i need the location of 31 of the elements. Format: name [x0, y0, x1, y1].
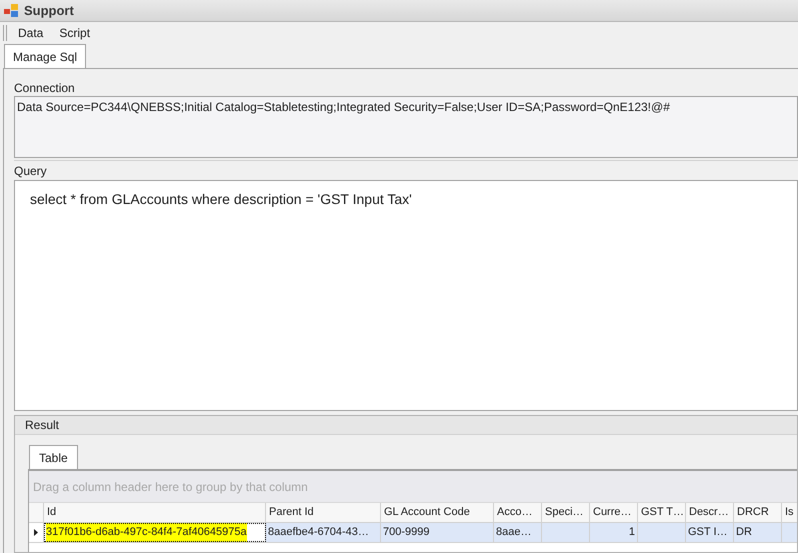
column-header[interactable]: Curre…	[590, 503, 638, 522]
column-header[interactable]: Id	[44, 503, 266, 522]
group-panel-hint: Drag a column header here to group by that column	[32, 478, 308, 496]
field-label: Connection	[14, 81, 76, 96]
menu-item[interactable]: Script	[52, 23, 98, 43]
query-field[interactable]: select * from GLAccounts where description = 'GST Input Tax'	[14, 180, 798, 411]
table-cell: 8aae…	[494, 523, 542, 542]
tab[interactable]: Manage Sql	[4, 44, 86, 68]
window-title: Support	[24, 2, 74, 20]
current-row-icon	[34, 529, 38, 536]
table-row[interactable]: 317f01b6-d6ab-497c-84f4-7af40645975a 8aaefbe4-6704-43… 700-9999 8aae… 1 GST I… DR	[29, 523, 797, 543]
column-header[interactable]: DRCR	[734, 503, 782, 522]
column-header[interactable]: Parent Id	[266, 503, 381, 522]
column-header[interactable]: Acco…	[494, 503, 542, 522]
table-cell: 8aaefbe4-6704-43…	[266, 523, 381, 542]
table-cell: 317f01b6-d6ab-497c-84f4-7af40645975a	[44, 523, 266, 542]
table-cell: 700-9999	[381, 523, 494, 542]
table-cell: 1	[590, 523, 638, 542]
app-icon	[4, 4, 19, 17]
tab[interactable]: Table	[29, 445, 78, 469]
column-header[interactable]: Speci…	[542, 503, 590, 522]
column-header[interactable]: Is	[782, 503, 797, 522]
column-header[interactable]: GL Account Code	[381, 503, 494, 522]
column-header[interactable]: GST T…	[638, 503, 686, 522]
column-header[interactable]: Descr…	[686, 503, 734, 522]
table-cell: DR	[734, 523, 782, 542]
connection-field[interactable]: Data Source=PC344\QNEBSS;Initial Catalog=Stabletesting;Integrated Security=False;User ID=SA;Password=QnE123!@#	[14, 96, 798, 158]
table-cell: GST I…	[686, 523, 734, 542]
group-header: Result	[15, 416, 797, 435]
menu-item[interactable]: Data	[11, 23, 50, 43]
grip-icon[interactable]	[3, 25, 9, 41]
